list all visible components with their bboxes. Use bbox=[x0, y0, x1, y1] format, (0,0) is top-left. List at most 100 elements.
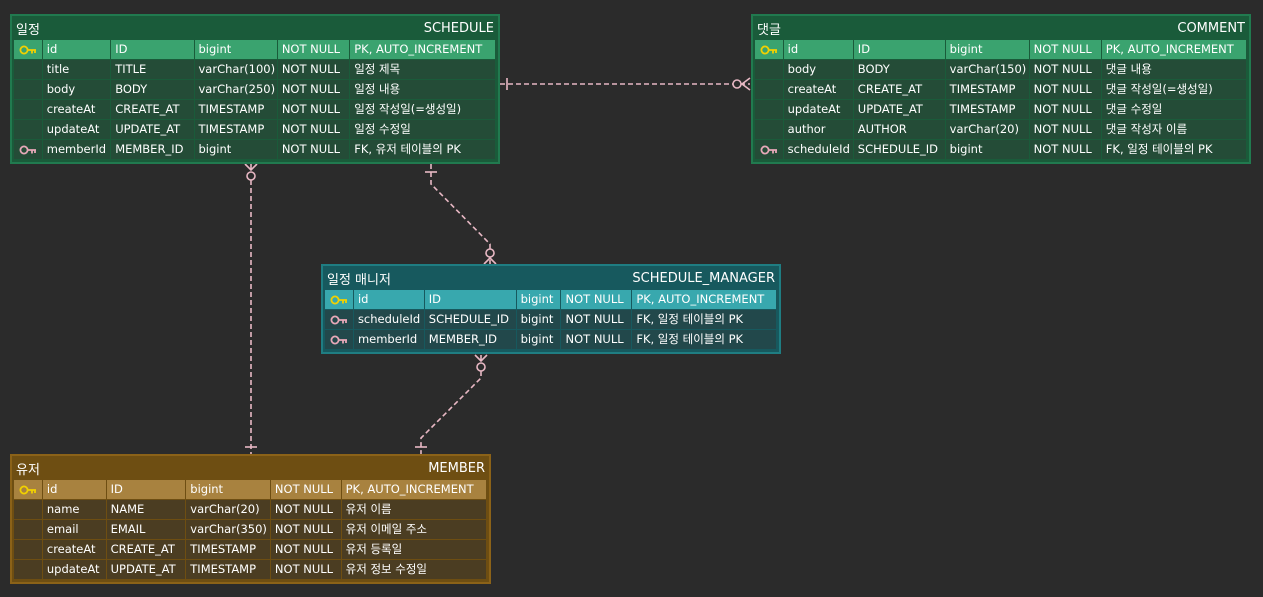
table-title: 일정 bbox=[16, 22, 40, 38]
cell-field: email bbox=[42, 520, 106, 539]
cell-column: BODY bbox=[853, 60, 945, 79]
cell-note: 일정 작성일(=생성일) bbox=[350, 100, 495, 119]
cell-note: PK, AUTO_INCREMENT bbox=[350, 40, 495, 59]
cell-column: TITLE bbox=[111, 60, 194, 79]
cell-null: NOT NULL bbox=[1029, 60, 1101, 79]
cell-null: NOT NULL bbox=[277, 80, 350, 99]
cell-column: SCHEDULE_ID bbox=[424, 310, 516, 329]
cell-null: NOT NULL bbox=[277, 140, 350, 159]
cell-column: UPDATE_AT bbox=[853, 100, 945, 119]
table-row[interactable]: memberId MEMBER_ID bigint NOT NULL FK, 유저 테이… bbox=[14, 140, 496, 160]
zero-marker bbox=[476, 362, 486, 372]
cell-field: id bbox=[783, 40, 853, 59]
cell-field: scheduleId bbox=[783, 140, 853, 159]
cell-null: NOT NULL bbox=[561, 330, 632, 349]
column-list: id ID bigint NOT NULL PK, AUTO_INCREMENT name… bbox=[12, 480, 489, 582]
cell-column: UPDATE_AT bbox=[111, 120, 194, 139]
table-row[interactable]: email EMAIL varChar(350) NOT NULL 유저 이메일 주소 bbox=[14, 520, 487, 540]
cell-note: 유저 이름 bbox=[341, 500, 486, 519]
table-row[interactable]: scheduleId SCHEDULE_ID bigint NOT NULL FK, 일… bbox=[755, 140, 1247, 160]
key-slot bbox=[14, 560, 42, 579]
cell-note: FK, 일정 테이블의 PK bbox=[632, 310, 776, 329]
cell-null: NOT NULL bbox=[1029, 120, 1101, 139]
table-row[interactable]: body BODY varChar(150) NOT NULL 댓글 내용 bbox=[755, 60, 1247, 80]
table-row[interactable]: id ID bigint NOT NULL PK, AUTO_INCREMENT bbox=[14, 40, 496, 60]
cell-field: memberId bbox=[353, 330, 424, 349]
cell-column: SCHEDULE_ID bbox=[853, 140, 945, 159]
table-row[interactable]: updateAt UPDATE_AT TIMESTAMP NOT NULL 일정 수정일 bbox=[14, 120, 496, 140]
cell-null: NOT NULL bbox=[277, 120, 350, 139]
cell-field: id bbox=[42, 480, 106, 499]
table-schedule-manager[interactable]: 일정 매니저 SCHEDULE_MANAGER id ID bigint NOT NU… bbox=[321, 264, 781, 354]
cell-type: bigint bbox=[186, 480, 270, 499]
cell-column: CREATE_AT bbox=[111, 100, 194, 119]
cell-field: title bbox=[42, 60, 111, 79]
table-name: SCHEDULE_MANAGER bbox=[632, 270, 775, 286]
table-schedule[interactable]: 일정 SCHEDULE id ID bigint NOT NULL PK, AUTO_I… bbox=[10, 14, 500, 164]
foreign-key-icon bbox=[325, 330, 353, 349]
cell-null: NOT NULL bbox=[1029, 100, 1101, 119]
table-comment[interactable]: 댓글 COMMENT id ID bigint NOT NULL PK, AUTO_IN… bbox=[751, 14, 1251, 164]
cell-type: varChar(250) bbox=[194, 80, 277, 99]
cell-type: varChar(100) bbox=[194, 60, 277, 79]
table-row[interactable]: body BODY varChar(250) NOT NULL 일정 내용 bbox=[14, 80, 496, 100]
table-title: 일정 매니저 bbox=[327, 272, 391, 288]
table-row[interactable]: memberId MEMBER_ID bigint NOT NULL FK, 일정 테이… bbox=[325, 330, 777, 350]
cell-field: updateAt bbox=[42, 120, 111, 139]
table-name: COMMENT bbox=[1177, 20, 1245, 36]
link-schedule-manager bbox=[430, 164, 491, 264]
key-slot bbox=[14, 540, 42, 559]
key-slot bbox=[14, 80, 42, 99]
cell-note: FK, 일정 테이블의 PK bbox=[1101, 140, 1246, 159]
table-row[interactable]: updateAt UPDATE_AT TIMESTAMP NOT NULL 댓글 수정일 bbox=[755, 100, 1247, 120]
key-slot bbox=[14, 120, 42, 139]
cell-column: ID bbox=[424, 290, 516, 309]
cell-column: CREATE_AT bbox=[853, 80, 945, 99]
cell-type: bigint bbox=[945, 140, 1029, 159]
cell-null: NOT NULL bbox=[270, 480, 341, 499]
cell-type: TIMESTAMP bbox=[186, 560, 270, 579]
cell-note: PK, AUTO_INCREMENT bbox=[1101, 40, 1246, 59]
table-member[interactable]: 유저 MEMBER id ID bigint NOT NULL PK, AUTO_INC… bbox=[10, 454, 491, 584]
cell-field: updateAt bbox=[42, 560, 106, 579]
key-slot bbox=[14, 60, 42, 79]
table-row[interactable]: createAt CREATE_AT TIMESTAMP NOT NULL 댓글 작성일… bbox=[755, 80, 1247, 100]
cell-column: ID bbox=[853, 40, 945, 59]
primary-key-icon bbox=[14, 40, 42, 59]
cell-null: NOT NULL bbox=[270, 520, 341, 539]
cell-type: varChar(20) bbox=[945, 120, 1029, 139]
cell-type: varChar(20) bbox=[186, 500, 270, 519]
cell-null: NOT NULL bbox=[277, 40, 350, 59]
table-row[interactable]: title TITLE varChar(100) NOT NULL 일정 제목 bbox=[14, 60, 496, 80]
foreign-key-icon bbox=[14, 140, 42, 159]
cell-note: 일정 수정일 bbox=[350, 120, 495, 139]
column-list: id ID bigint NOT NULL PK, AUTO_INCREMENT sche… bbox=[323, 290, 779, 352]
table-row[interactable]: id ID bigint NOT NULL PK, AUTO_INCREMENT bbox=[325, 290, 777, 310]
table-row[interactable]: name NAME varChar(20) NOT NULL 유저 이름 bbox=[14, 500, 487, 520]
cell-note: 댓글 작성자 이름 bbox=[1101, 120, 1246, 139]
table-row[interactable]: updateAt UPDATE_AT TIMESTAMP NOT NULL 유저 정보 … bbox=[14, 560, 487, 580]
key-slot bbox=[14, 100, 42, 119]
zero-marker bbox=[246, 171, 256, 181]
cell-field: createAt bbox=[783, 80, 853, 99]
cell-type: varChar(350) bbox=[186, 520, 270, 539]
table-row[interactable]: createAt CREATE_AT TIMESTAMP NOT NULL 유저 등록일 bbox=[14, 540, 487, 560]
cell-column: EMAIL bbox=[106, 520, 186, 539]
cell-null: NOT NULL bbox=[270, 500, 341, 519]
table-row[interactable]: id ID bigint NOT NULL PK, AUTO_INCREMENT bbox=[14, 480, 487, 500]
cell-null: NOT NULL bbox=[1029, 40, 1101, 59]
table-row[interactable]: author AUTHOR varChar(20) NOT NULL 댓글 작성자 이름 bbox=[755, 120, 1247, 140]
cell-null: NOT NULL bbox=[270, 540, 341, 559]
cell-null: NOT NULL bbox=[277, 100, 350, 119]
cell-note: 유저 등록일 bbox=[341, 540, 486, 559]
cell-field: scheduleId bbox=[353, 310, 424, 329]
cell-column: ID bbox=[106, 480, 186, 499]
key-slot bbox=[14, 520, 42, 539]
table-row[interactable]: createAt CREATE_AT TIMESTAMP NOT NULL 일정 작성일… bbox=[14, 100, 496, 120]
cell-null: NOT NULL bbox=[270, 560, 341, 579]
cell-column: NAME bbox=[106, 500, 186, 519]
table-row[interactable]: id ID bigint NOT NULL PK, AUTO_INCREMENT bbox=[755, 40, 1247, 60]
cell-type: bigint bbox=[945, 40, 1029, 59]
table-row[interactable]: scheduleId SCHEDULE_ID bigint NOT NULL FK, 일… bbox=[325, 310, 777, 330]
cell-type: TIMESTAMP bbox=[194, 100, 277, 119]
